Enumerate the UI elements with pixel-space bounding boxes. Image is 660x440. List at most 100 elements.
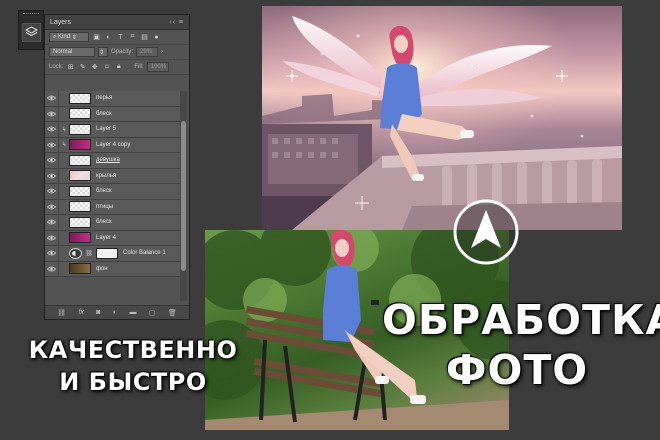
layer-row[interactable]: блеск bbox=[45, 183, 181, 200]
shape-filter-icon[interactable]: ⌗ bbox=[128, 33, 137, 41]
layer-thumbnail bbox=[69, 170, 91, 182]
visibility-eye-icon[interactable] bbox=[45, 214, 59, 230]
tool-strip bbox=[18, 10, 44, 50]
layer-row[interactable]: перья bbox=[45, 90, 181, 107]
visibility-eye-icon[interactable] bbox=[45, 106, 59, 122]
lock-label: Lock: bbox=[49, 64, 64, 70]
blend-row: Normal ⇕ Opacity: 29% › bbox=[45, 45, 189, 60]
visibility-eye-icon[interactable] bbox=[45, 137, 59, 153]
lock-pixels-icon[interactable]: ✎ bbox=[78, 63, 87, 71]
layer-thumbnail bbox=[69, 185, 91, 197]
filter-toggle-icon[interactable]: ● bbox=[152, 34, 161, 41]
after-photo-illustration bbox=[262, 6, 622, 230]
promo-canvas: Layers ‹‹ ≡ ⌕ Kind ⇕ ▣ ◐ T ⌗ ▤ ● Normal … bbox=[0, 0, 660, 440]
link-icon[interactable]: ⛓ bbox=[57, 309, 66, 317]
filter-kind-select[interactable]: ⌕ Kind ⇕ bbox=[49, 32, 89, 42]
headline-processing: ОБРАБОТКА bbox=[382, 296, 660, 344]
blend-mode-select[interactable]: Normal bbox=[49, 47, 95, 57]
visibility-eye-icon[interactable] bbox=[45, 121, 59, 137]
layer-thumbnail bbox=[69, 123, 91, 135]
layer-name: фон bbox=[96, 265, 108, 272]
layer-row[interactable]: ⛓ Color Balance 1 bbox=[45, 245, 181, 262]
panel-menu-button[interactable]: ‹‹ ≡ bbox=[169, 19, 184, 26]
visibility-eye-icon[interactable] bbox=[45, 245, 59, 261]
adjustment-filter-icon[interactable]: ◐ bbox=[104, 34, 113, 41]
scrollbar-thumb[interactable] bbox=[181, 121, 186, 271]
layer-thumbnail bbox=[69, 108, 91, 120]
lock-position-icon[interactable]: ✥ bbox=[90, 63, 99, 71]
fx-icon[interactable]: fx bbox=[78, 309, 83, 316]
layer-name: блеск bbox=[96, 188, 112, 195]
adjustment-thumb-icon bbox=[69, 247, 82, 259]
panel-footer: ⛓ fx ◙ ◐ ▬ ▢ 🗑︎ bbox=[45, 305, 189, 319]
opacity-field[interactable]: 29% bbox=[136, 47, 159, 57]
trash-icon[interactable]: 🗑︎ bbox=[168, 309, 177, 317]
lock-row: Lock: ⊞ ✎ ✥ ⌑ 🔒︎ Fill: 100% bbox=[45, 60, 189, 75]
layer-row[interactable]: крылья bbox=[45, 168, 181, 184]
layer-name: Layer 5 bbox=[96, 126, 117, 133]
layer-mask-thumb[interactable] bbox=[96, 247, 118, 259]
layers-list: перья блеск ↳ Layer 5 ↳ Layer 4 copy девушка кр… bbox=[45, 90, 181, 277]
artboard-lock-icon[interactable]: ⌑ bbox=[102, 63, 111, 71]
layer-name: птицы bbox=[96, 203, 114, 210]
new-layer-icon[interactable]: ▢ bbox=[149, 309, 156, 317]
layer-row[interactable]: блеск bbox=[45, 106, 181, 122]
opacity-chevron-icon[interactable]: › bbox=[161, 49, 163, 55]
layer-thumbnail bbox=[69, 92, 91, 104]
headline-quality: КАЧЕСТВЕННО bbox=[28, 336, 238, 364]
blend-mode-chevron-icon[interactable]: ⇕ bbox=[98, 47, 108, 57]
panel-tab-bar: Layers ‹‹ ≡ bbox=[45, 15, 189, 30]
layers-scrollbar[interactable] bbox=[180, 91, 187, 301]
pixel-filter-icon[interactable]: ▣ bbox=[92, 33, 101, 41]
adjustment-icon[interactable]: ◐ bbox=[113, 309, 117, 316]
layer-thumbnail bbox=[69, 139, 91, 151]
folder-icon[interactable]: ▬ bbox=[130, 309, 137, 316]
layer-name: блеск bbox=[96, 219, 112, 226]
lock-all-icon[interactable]: 🔒︎ bbox=[114, 63, 123, 71]
layer-row[interactable]: Layer 4 bbox=[45, 230, 181, 246]
layer-thumbnail bbox=[69, 263, 91, 275]
arrow-badge-icon bbox=[453, 199, 519, 265]
clip-arrow-icon: ↳ bbox=[61, 142, 67, 149]
layers-panel-icon[interactable] bbox=[22, 23, 41, 42]
fill-field[interactable]: 100% bbox=[146, 62, 169, 72]
type-filter-icon[interactable]: T bbox=[116, 34, 125, 41]
headline-fast: И БЫСТРО bbox=[59, 368, 207, 396]
layer-name: крылья bbox=[96, 172, 117, 179]
layer-name: Color Balance 1 bbox=[123, 250, 166, 257]
layer-thumbnail bbox=[69, 216, 91, 228]
layer-row[interactable]: ↳ Layer 5 bbox=[45, 121, 181, 138]
visibility-eye-icon[interactable] bbox=[45, 261, 59, 277]
mask-icon[interactable]: ◙ bbox=[96, 309, 100, 316]
smart-filter-icon[interactable]: ▤ bbox=[140, 33, 149, 41]
visibility-eye-icon[interactable] bbox=[45, 199, 59, 215]
visibility-eye-icon[interactable] bbox=[45, 90, 59, 106]
lock-transparent-icon[interactable]: ⊞ bbox=[66, 63, 75, 71]
layers-tab[interactable]: Layers bbox=[50, 19, 71, 26]
layer-row[interactable]: птицы bbox=[45, 199, 181, 215]
layer-row[interactable]: ↳ Layer 4 copy bbox=[45, 137, 181, 153]
strip-grip bbox=[23, 13, 39, 16]
opacity-label: Opacity: bbox=[111, 49, 134, 55]
visibility-eye-icon[interactable] bbox=[45, 183, 59, 199]
visibility-eye-icon[interactable] bbox=[45, 152, 59, 168]
layer-name: девушка bbox=[96, 157, 120, 164]
visibility-eye-icon[interactable] bbox=[45, 168, 59, 184]
layer-row[interactable]: фон bbox=[45, 261, 181, 277]
layer-thumbnail bbox=[69, 154, 91, 166]
layer-name: перья bbox=[96, 95, 113, 102]
layer-name: блеск bbox=[96, 110, 112, 117]
layers-panel: Layers ‹‹ ≡ ⌕ Kind ⇕ ▣ ◐ T ⌗ ▤ ● Normal … bbox=[44, 14, 190, 320]
clip-arrow-icon: ↳ bbox=[61, 126, 67, 133]
filter-kind-label: Kind bbox=[58, 34, 71, 40]
layer-row[interactable]: блеск bbox=[45, 214, 181, 231]
chain-link-icon[interactable]: ⛓ bbox=[84, 250, 94, 257]
layer-row[interactable]: девушка bbox=[45, 152, 181, 169]
layer-name: Layer 4 bbox=[96, 234, 117, 241]
fill-label: Fill: bbox=[134, 64, 144, 70]
layer-thumbnail bbox=[69, 201, 91, 213]
after-photo bbox=[262, 6, 622, 230]
headline-photo: ФОТО bbox=[445, 346, 589, 394]
filter-row: ⌕ Kind ⇕ ▣ ◐ T ⌗ ▤ ● bbox=[45, 30, 189, 45]
visibility-eye-icon[interactable] bbox=[45, 230, 59, 246]
